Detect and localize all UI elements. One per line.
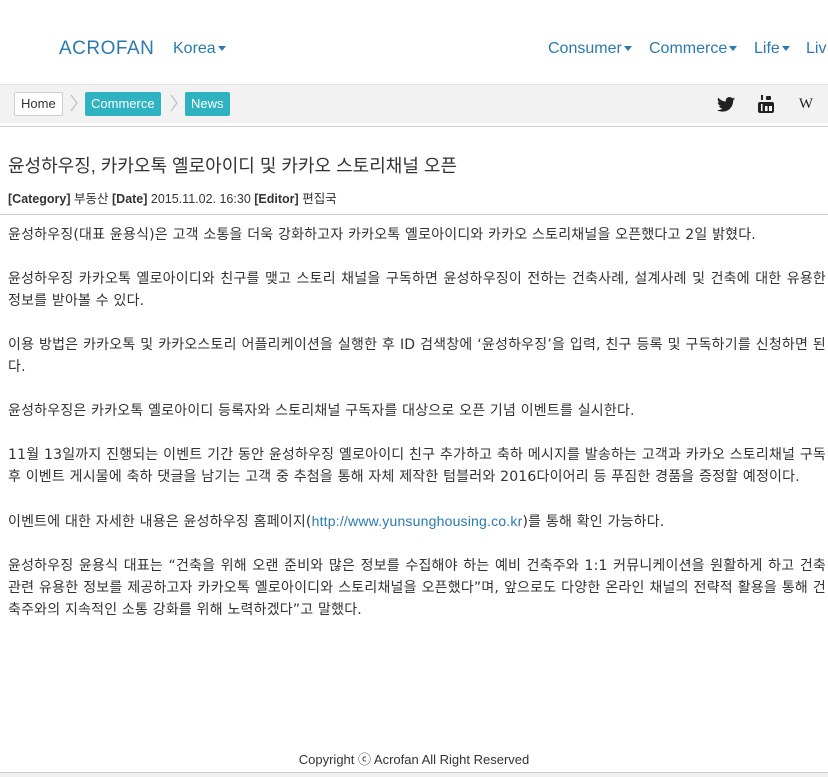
breadcrumb: Home Commerce News W (0, 84, 828, 123)
breadcrumb-home[interactable]: Home (14, 92, 63, 116)
editor-label: [Editor] (254, 192, 299, 206)
divider (0, 214, 828, 215)
article-paragraph: 윤성하우징(대표 윤용식)은 고객 소통을 더욱 강화하고자 카카오톡 옐로아이… (8, 227, 756, 243)
menu-commerce[interactable]: Commerce (649, 40, 738, 58)
article-paragraph: 이용 방법은 카카오톡 및 카카오스토리 어플리케이션을 실행한 후 ID 검색… (8, 337, 826, 375)
article-title: 윤성하우징, 카카오톡 옐로아이디 및 카카오 스토리채널 오픈 (8, 156, 458, 176)
article-meta: [Category] 부동산 [Date] 2015.11.02. 16:30 … (8, 188, 337, 207)
brand-logo[interactable]: ACROFAN (59, 38, 154, 60)
youtube-glyph (758, 95, 774, 113)
chevron-right-icon (170, 94, 178, 112)
breadcrumb-commerce[interactable]: Commerce (85, 92, 161, 116)
article-paragraph: 윤성하우징은 카카오톡 옐로아이디 등록자와 스토리채널 구독자를 대상으로 오… (8, 403, 635, 419)
breadcrumb-news[interactable]: News (185, 92, 230, 116)
top-nav: ACROFAN Korea Consumer Commerce Life Liv (0, 0, 828, 84)
chevron-right-icon (70, 94, 78, 112)
article-body: 윤성하우징(대표 윤용식)은 고객 소통을 더욱 강화하고자 카카오톡 옐로아이… (8, 224, 826, 643)
footer-copyright: Copyright ⓒ Acrofan All Right Reserved (298, 752, 530, 767)
region-label: Korea (173, 40, 216, 57)
wikipedia-icon[interactable]: W (796, 94, 816, 114)
menu-living[interactable]: Liv (806, 40, 826, 58)
date-value: 2015.11.02. 16:30 (150, 192, 251, 206)
menu-living-label: Liv (806, 40, 827, 57)
youtube-icon[interactable] (756, 94, 776, 114)
chevron-down-icon (217, 46, 226, 52)
article-paragraph: 윤성하우징 윤용식 대표는 “건축을 위해 오랜 준비와 많은 정보를 수집해야… (8, 558, 826, 618)
chevron-down-icon (729, 46, 738, 52)
menu-consumer-label: Consumer (548, 40, 622, 57)
menu-life-label: Life (754, 40, 780, 57)
twitter-glyph (717, 96, 735, 112)
article-paragraph: 윤성하우징 카카오톡 옐로아이디와 친구를 맺고 스토리 채널을 구독하면 윤성… (8, 271, 826, 309)
link-text-before: 이벤트에 대한 자세한 내용은 윤성하우징 홈페이지( (8, 514, 312, 530)
date-label: [Date] (112, 192, 148, 206)
editor-value: 편집국 (302, 192, 337, 206)
menu-commerce-label: Commerce (649, 40, 728, 57)
menu-consumer[interactable]: Consumer (548, 40, 632, 58)
article-paragraph: 이벤트에 대한 자세한 내용은 윤성하우징 홈페이지(http://www.yu… (8, 510, 826, 533)
menu-life[interactable]: Life (754, 40, 790, 58)
link-text-after: )를 통해 확인 가능하다. (522, 514, 665, 530)
chevron-down-icon (781, 46, 790, 52)
article-paragraph: 11월 13일까지 진행되는 이벤트 기간 동안 윤성하우징 옐로아이디 친구 … (8, 447, 826, 485)
region-dropdown[interactable]: Korea (173, 40, 226, 58)
footer-border (0, 772, 828, 777)
chevron-down-icon (623, 46, 632, 52)
homepage-link[interactable]: http://www.yunsunghousing.co.kr (312, 513, 523, 529)
divider (0, 126, 828, 127)
category-value: 부동산 (74, 192, 109, 206)
twitter-icon[interactable] (716, 94, 736, 114)
category-label: [Category] (8, 192, 71, 206)
